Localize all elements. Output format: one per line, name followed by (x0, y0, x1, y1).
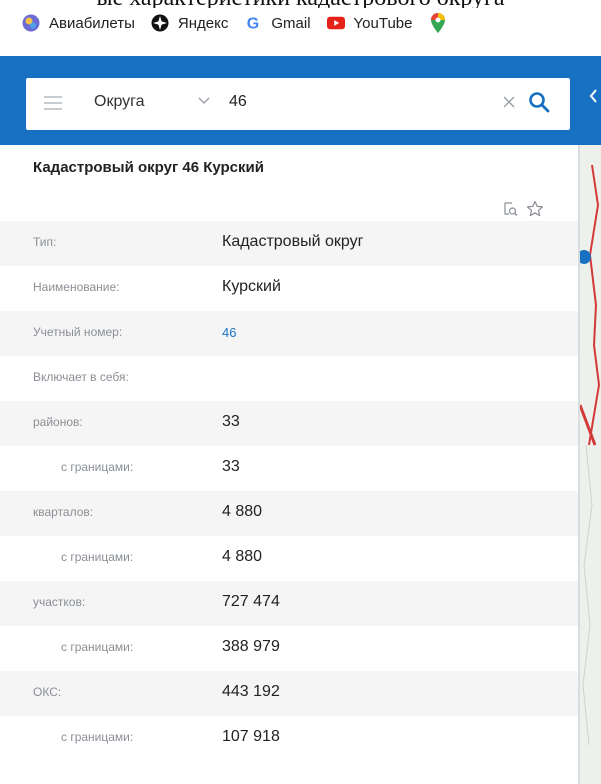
property-value: 388 979 (222, 638, 280, 655)
property-label: с границами: (61, 460, 134, 474)
property-row: ОКС: 443 192 (0, 671, 578, 716)
property-row: кварталов: 4 880 (0, 491, 578, 536)
search-bar: Округа 46 (26, 78, 570, 130)
property-label: участков: (33, 595, 86, 609)
search-input[interactable]: 46 (229, 93, 247, 111)
menu-icon[interactable] (44, 96, 62, 110)
google-icon: G (244, 14, 262, 33)
bookmark-label: Gmail (271, 14, 311, 32)
aviatickets-icon (22, 14, 40, 32)
property-value: 4 880 (222, 548, 263, 565)
property-label: кварталов: (33, 505, 94, 519)
cadastral-number-link[interactable]: 46 (222, 325, 236, 340)
property-label: Тип: (33, 235, 57, 249)
property-label: Учетный номер: (33, 325, 123, 339)
page-caption: ые характеристики кадастрового округа (0, 0, 601, 8)
property-row: районов: 33 (0, 401, 578, 446)
bookmark-youtube[interactable]: YouTube (326, 14, 413, 32)
svg-text:G: G (247, 16, 259, 33)
bookmark-yandex[interactable]: Яндекс (151, 14, 228, 32)
property-label: с границами: (61, 550, 134, 564)
property-row: с границами: 388 979 (0, 626, 578, 671)
panel-divider (578, 145, 580, 784)
star-icon[interactable] (526, 200, 544, 218)
info-panel: Кадастровый округ 46 Курский Тип: Кадаст… (0, 145, 578, 784)
bookmark-maps[interactable] (429, 13, 456, 33)
property-row: Учетный номер: 46 (0, 311, 578, 356)
property-value: 443 192 (222, 683, 280, 700)
chevron-down-icon[interactable] (198, 97, 210, 105)
close-icon[interactable] (502, 95, 516, 109)
property-label: с границами: (61, 730, 134, 744)
bookmark-label: Яндекс (177, 14, 229, 32)
bookmark-label: YouTube (353, 14, 413, 32)
search-scope-select[interactable]: Округа (94, 93, 145, 111)
property-value: 727 474 (222, 593, 280, 610)
property-label: Наименование: (33, 280, 120, 294)
property-value: 4 880 (222, 503, 263, 520)
property-row: с границами: 4 880 (0, 536, 578, 581)
property-row: с границами: 107 918 (0, 716, 578, 761)
property-row: участков: 727 474 (0, 581, 578, 626)
youtube-icon (326, 14, 345, 32)
property-value: Кадастровый округ (222, 233, 364, 250)
map-view[interactable] (580, 145, 601, 784)
bookmark-aviatickets[interactable]: Авиабилеты (22, 14, 135, 32)
property-value: 33 (222, 413, 240, 430)
property-row: Наименование: Курский (0, 266, 578, 311)
property-row: Тип: Кадастровый округ (0, 221, 578, 266)
chevron-left-icon[interactable] (588, 88, 598, 104)
property-row: с границами: 33 (0, 446, 578, 491)
property-value: 107 918 (222, 728, 280, 745)
property-row: Включает в себя: (0, 356, 578, 401)
property-label: Включает в себя: (33, 370, 129, 384)
property-label: ОКС: (33, 685, 62, 699)
property-value: Курский (222, 278, 281, 295)
zoom-to-object-icon[interactable] (502, 201, 518, 217)
property-label: районов: (33, 415, 83, 429)
panel-title: Кадастровый округ 46 Курский (33, 159, 264, 176)
yandex-icon (151, 14, 169, 32)
property-value: 33 (222, 458, 240, 475)
property-label: с границами: (61, 640, 134, 654)
search-icon[interactable] (528, 91, 550, 113)
maps-pin-icon (429, 13, 447, 33)
bookmark-gmail[interactable]: G Gmail (244, 14, 311, 33)
bookmarks-bar: Авиабилеты Яндекс G Gmail YouTube (0, 8, 601, 38)
bookmark-label: Авиабилеты (49, 14, 135, 32)
